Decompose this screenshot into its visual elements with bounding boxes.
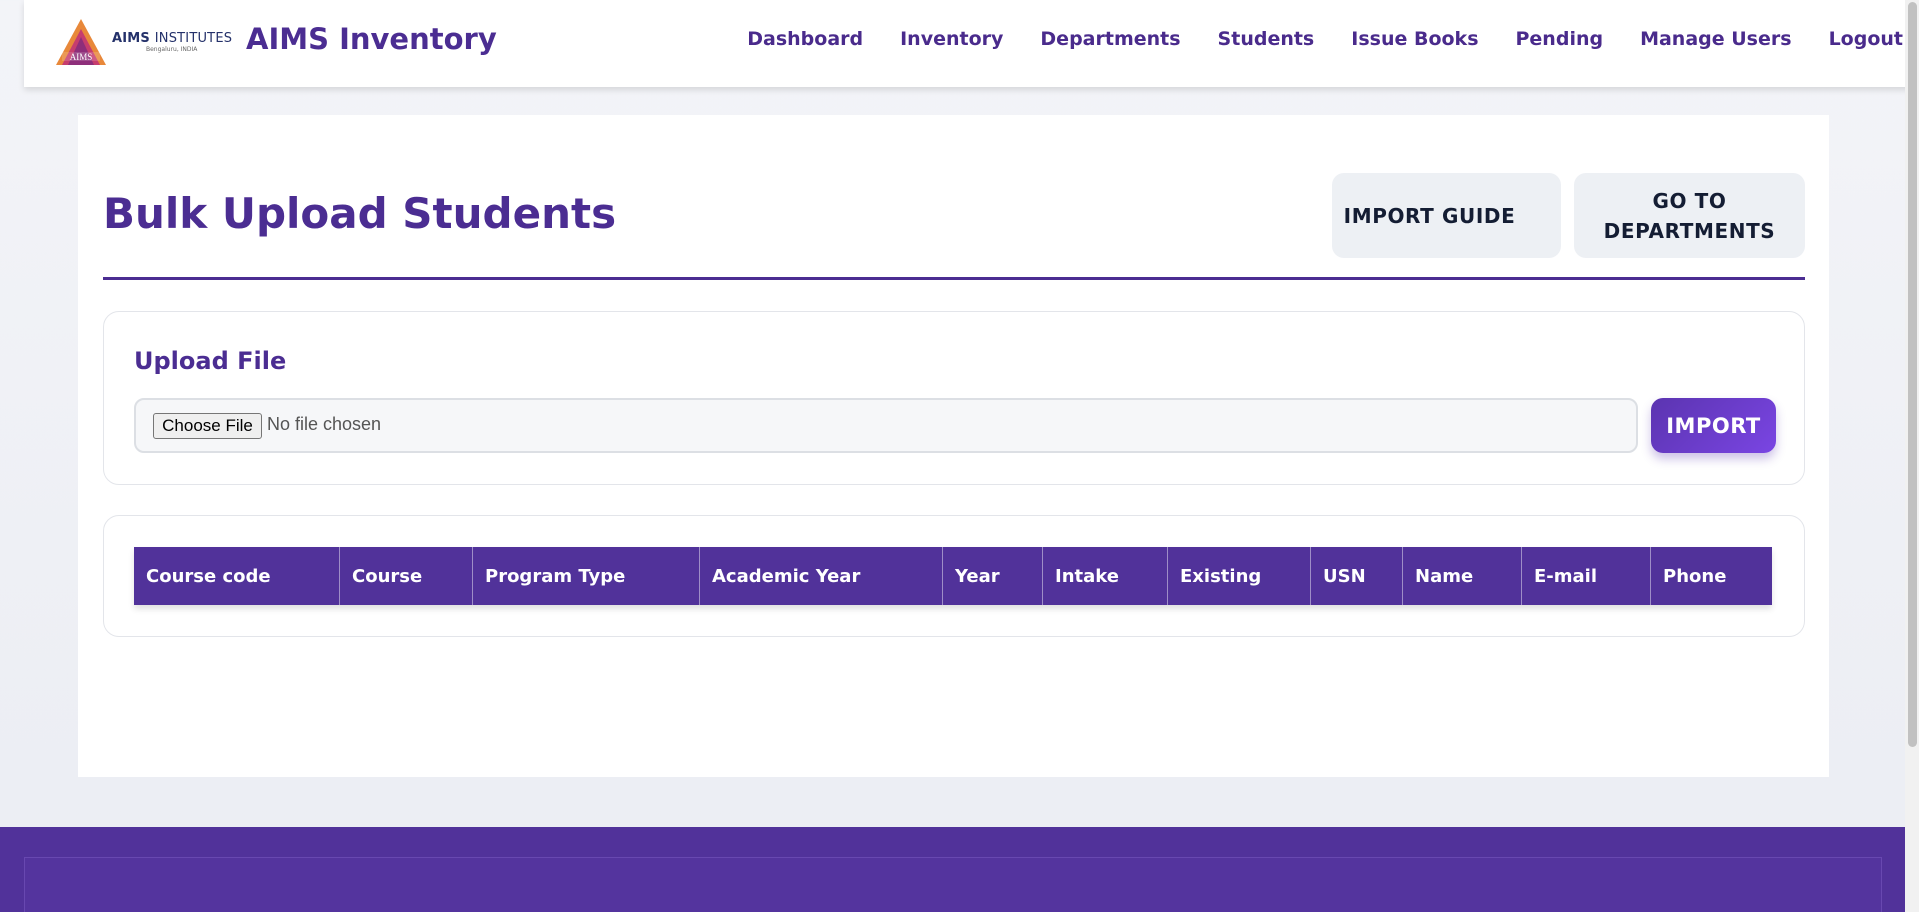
brand-title[interactable]: AIMS Inventory (246, 22, 497, 56)
main-content-card: Bulk Upload Students IMPORT GUIDE GO TO … (78, 115, 1829, 777)
nav-students[interactable]: Students (1218, 28, 1315, 50)
upload-panel: Upload File Choose File No file chosen I… (103, 311, 1805, 485)
nav-pending[interactable]: Pending (1516, 28, 1604, 50)
footer-inner-box (24, 857, 1882, 912)
file-input[interactable]: Choose File No file chosen (134, 398, 1638, 453)
nav-departments[interactable]: Departments (1040, 28, 1180, 50)
top-navbar: AIMS AIMS INSTITUTES Bengaluru, INDIA AI… (24, 0, 1912, 87)
column-header-course[interactable]: Course (340, 547, 473, 605)
import-guide-button[interactable]: IMPORT GUIDE (1332, 173, 1561, 258)
nav-dashboard[interactable]: Dashboard (747, 28, 863, 50)
preview-table-panel: Course code Course Program Type Academic… (103, 515, 1805, 637)
column-header-academic-year[interactable]: Academic Year (700, 547, 943, 605)
file-status-text: No file chosen (267, 414, 382, 434)
column-header-intake[interactable]: Intake (1043, 547, 1168, 605)
logo-text: AIMS INSTITUTES Bengaluru, INDIA (112, 32, 232, 53)
column-header-year[interactable]: Year (943, 547, 1043, 605)
column-header-existing[interactable]: Existing (1168, 547, 1311, 605)
import-button[interactable]: IMPORT (1651, 398, 1776, 453)
table-header-row: Course code Course Program Type Academic… (134, 547, 1772, 605)
choose-file-button[interactable]: Choose File (153, 413, 262, 439)
svg-text:AIMS: AIMS (70, 52, 93, 62)
go-to-departments-button[interactable]: GO TO DEPARTMENTS (1574, 173, 1805, 258)
nav-manage-users[interactable]: Manage Users (1640, 28, 1791, 50)
logo-location: Bengaluru, INDIA (146, 45, 198, 53)
column-header-usn[interactable]: USN (1311, 547, 1403, 605)
scrollbar-thumb[interactable] (1908, 2, 1917, 747)
column-header-program-type[interactable]: Program Type (473, 547, 700, 605)
main-nav: Dashboard Inventory Departments Students… (710, 28, 1903, 50)
title-divider (103, 277, 1805, 280)
vertical-scrollbar[interactable] (1905, 0, 1919, 912)
column-header-course-code[interactable]: Course code (134, 547, 340, 605)
nav-issue-books[interactable]: Issue Books (1351, 28, 1478, 50)
column-header-email[interactable]: E-mail (1522, 547, 1651, 605)
nav-inventory[interactable]: Inventory (900, 28, 1003, 50)
column-header-phone[interactable]: Phone (1651, 547, 1772, 605)
upload-file-heading: Upload File (134, 347, 287, 375)
column-header-name[interactable]: Name (1403, 547, 1522, 605)
aims-logo[interactable]: AIMS AIMS INSTITUTES Bengaluru, INDIA (52, 15, 232, 69)
aims-emblem-icon: AIMS (52, 15, 110, 69)
logo-institute-name: AIMS INSTITUTES (112, 30, 233, 46)
page-title: Bulk Upload Students (103, 189, 617, 238)
nav-logout[interactable]: Logout (1829, 28, 1903, 50)
page-footer (0, 827, 1905, 912)
